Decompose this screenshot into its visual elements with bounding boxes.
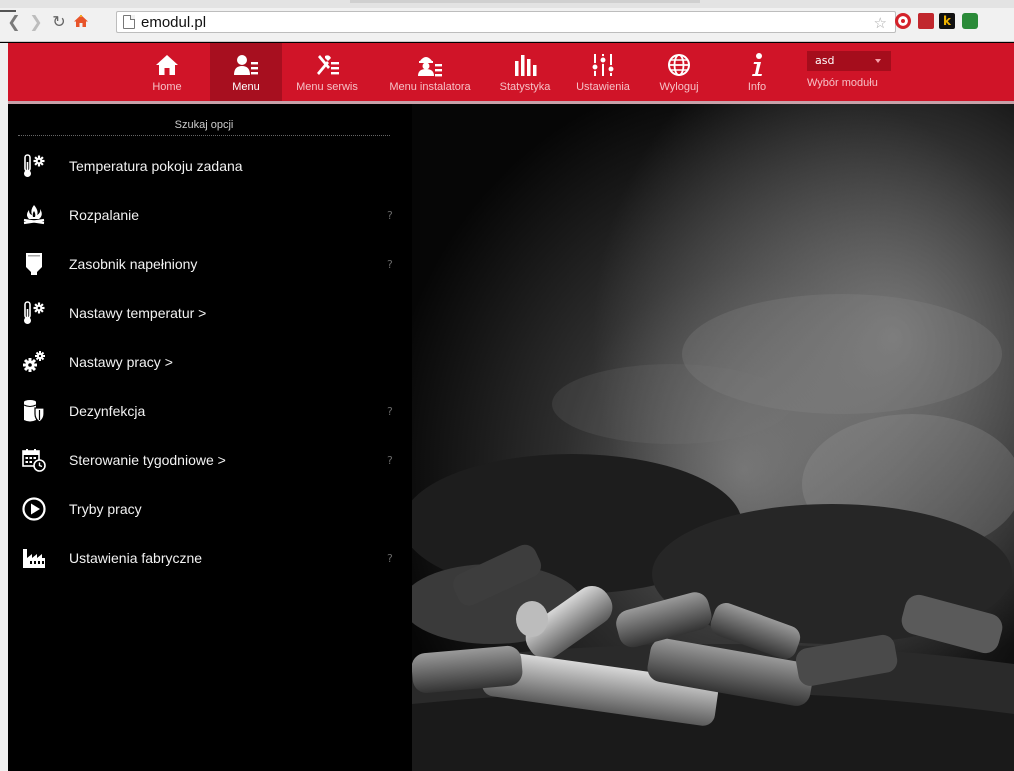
menu-item-label: Ustawienia fabryczne <box>69 550 203 566</box>
fire-icon <box>22 202 46 228</box>
menu-item-factory-settings[interactable]: Ustawienia fabryczne ? <box>8 538 412 578</box>
hopper-icon <box>22 251 46 277</box>
page-icon <box>123 15 135 29</box>
nav-label: Ustawienia <box>576 81 630 93</box>
module-label: Wybór modułu <box>807 77 878 89</box>
browser-home-icon[interactable] <box>72 12 90 30</box>
nav-settings[interactable]: Ustawienia <box>568 43 638 101</box>
nav-label: Menu instalatora <box>389 81 471 93</box>
nav-label: Home <box>152 81 182 93</box>
reload-icon[interactable]: ↻ <box>50 12 68 31</box>
calendar-clock-icon <box>22 447 46 473</box>
thermometer-gear-icon <box>22 153 46 179</box>
nav-logout[interactable]: Wyloguj <box>648 43 710 101</box>
user-menu-icon <box>234 43 258 77</box>
menu-item-label: Nastawy pracy > <box>69 354 173 370</box>
k-extension-icon[interactable]: k <box>939 13 955 29</box>
top-navigation: Home Menu Menu serwis Menu instalatora S… <box>8 43 1014 104</box>
nav-label: Menu <box>232 81 260 93</box>
sidebar-menu: Szukaj opcji Temperatura pokoju zadana R… <box>8 104 412 771</box>
nav-statistics[interactable]: Statystyka <box>492 43 558 101</box>
play-circle-icon <box>22 496 46 522</box>
tools-icon <box>315 43 339 77</box>
red-bookmark-extension-icon[interactable] <box>918 13 934 29</box>
green-extension-icon[interactable] <box>962 13 978 29</box>
nav-service-menu[interactable]: Menu serwis <box>292 43 362 101</box>
menu-item-ignition[interactable]: Rozpalanie ? <box>8 195 412 235</box>
opera-extension-icon[interactable] <box>895 13 911 29</box>
installer-icon <box>418 43 442 77</box>
nav-label: Wyloguj <box>659 81 699 93</box>
menu-item-weekly-control[interactable]: Sterowanie tygodniowe > ? <box>8 440 412 480</box>
tab-edge <box>350 0 700 3</box>
help-icon[interactable]: ? <box>387 405 393 418</box>
menu-item-label: Dezynfekcja <box>69 403 146 419</box>
app: Home Menu Menu serwis Menu instalatora S… <box>0 43 1014 771</box>
menu-item-label: Temperatura pokoju zadana <box>69 158 243 174</box>
nav-menu[interactable]: Menu <box>210 43 282 101</box>
search-options[interactable]: Szukaj opcji <box>18 114 390 136</box>
nav-info[interactable]: Info <box>728 43 786 101</box>
menu-item-label: Nastawy temperatur > <box>69 305 207 321</box>
sliders-icon <box>591 43 615 77</box>
nav-label: Statystyka <box>499 81 551 93</box>
thermometer-gear-icon <box>22 300 46 326</box>
help-icon[interactable]: ? <box>387 258 393 271</box>
menu-item-room-temperature[interactable]: Temperatura pokoju zadana <box>8 146 412 186</box>
pellet-photo-illustration <box>412 104 1014 771</box>
address-bar[interactable]: emodul.pl ☆ <box>116 11 896 33</box>
nav-label: Menu serwis <box>296 81 358 93</box>
nav-label: Info <box>747 81 767 93</box>
help-icon[interactable]: ? <box>387 552 393 565</box>
background-photo <box>412 104 1014 771</box>
factory-icon <box>22 545 46 571</box>
nav-installer-menu[interactable]: Menu instalatora <box>378 43 482 101</box>
menu-item-hopper-full[interactable]: Zasobnik napełniony ? <box>8 244 412 284</box>
module-selector[interactable]: asd Wybór modułu <box>807 51 903 89</box>
home-icon <box>155 43 179 77</box>
menu-item-label: Sterowanie tygodniowe > <box>69 452 226 468</box>
gears-icon <box>22 349 46 375</box>
bookmark-star-icon[interactable]: ☆ <box>874 14 887 32</box>
menu-item-temperature-settings[interactable]: Nastawy temperatur > <box>8 293 412 333</box>
globe-icon <box>667 43 691 77</box>
info-icon <box>745 43 769 77</box>
bar-chart-icon <box>513 43 537 77</box>
menu-item-label: Rozpalanie <box>69 207 140 223</box>
module-select[interactable]: asd <box>807 51 891 71</box>
url-text: emodul.pl <box>141 13 207 31</box>
back-icon[interactable]: ❮ <box>6 12 22 31</box>
help-icon[interactable]: ? <box>387 209 393 222</box>
menu-item-label: Zasobnik napełniony <box>69 256 198 272</box>
menu-item-disinfection[interactable]: Dezynfekcja ? <box>8 391 412 431</box>
forward-icon[interactable]: ❯ <box>28 12 44 31</box>
menu-item-work-modes[interactable]: Tryby pracy <box>8 489 412 529</box>
menu-item-label: Tryby pracy <box>69 501 142 517</box>
menu-item-work-settings[interactable]: Nastawy pracy > <box>8 342 412 382</box>
browser-chrome: ❮ ❯ ↻ emodul.pl ☆ k <box>0 0 1014 42</box>
nav-home[interactable]: Home <box>135 43 199 101</box>
help-icon[interactable]: ? <box>387 454 393 467</box>
tank-shield-icon <box>22 398 46 424</box>
